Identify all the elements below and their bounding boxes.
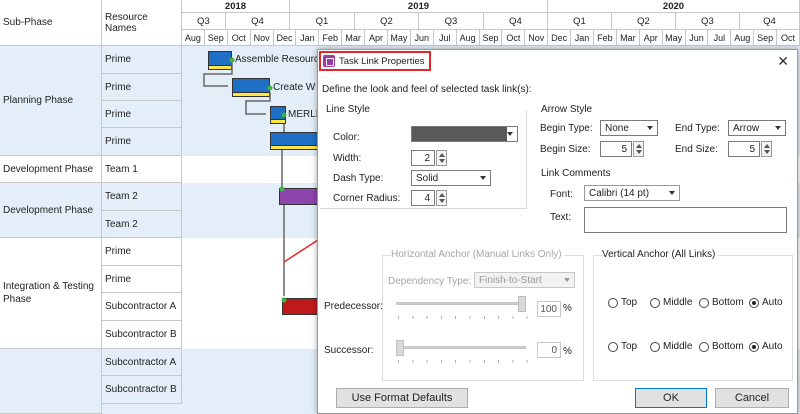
dash-label: Dash Type: [333, 173, 384, 184]
width-field[interactable]: 2 [411, 150, 435, 166]
chevron-down-icon [775, 126, 781, 130]
corner-radius-stepper[interactable] [436, 190, 447, 206]
end-type-select[interactable]: Arrow [728, 120, 786, 136]
link-line [203, 60, 233, 87]
anchor-option-label: Top [621, 297, 638, 308]
chevron-down-icon [564, 278, 570, 282]
dependency-type-value: Finish-to-Start [479, 274, 542, 286]
dialog-titlebar[interactable]: Task Link Properties ✕ [318, 50, 797, 72]
predecessor-anchor-bottom-radio[interactable] [699, 298, 709, 308]
dialog-description: Define the look and feel of selected tas… [322, 84, 532, 95]
successor-label: Successor: [324, 345, 374, 356]
begin-size-label: Begin Size: [540, 144, 591, 155]
font-value: Calibri (14 pt) [589, 187, 650, 199]
successor-slider-thumb[interactable] [396, 340, 404, 356]
chevron-down-icon [507, 132, 513, 136]
anchor-option-label: Bottom [712, 341, 744, 352]
link-line [245, 92, 271, 115]
use-format-defaults-button[interactable]: Use Format Defaults [336, 388, 468, 408]
line-style-title: Line Style [326, 104, 372, 115]
successor-anchor-bottom-radio[interactable] [699, 342, 709, 352]
end-type-value: Arrow [733, 122, 760, 134]
predecessor-value-field[interactable]: 100 [537, 301, 561, 317]
predecessor-slider-thumb[interactable] [518, 296, 526, 312]
ok-button[interactable]: OK [635, 388, 707, 408]
dependency-type-label: Dependency Type: [388, 276, 472, 287]
font-label: Font: [550, 189, 573, 200]
successor-slider-track[interactable] [396, 346, 526, 349]
successor-value-field[interactable]: 0 [537, 342, 561, 358]
begin-size-field[interactable]: 5 [600, 141, 632, 157]
dependency-type-select[interactable]: Finish-to-Start [474, 272, 575, 288]
font-select[interactable]: Calibri (14 pt) [584, 185, 680, 201]
link-node [229, 57, 235, 63]
successor-anchor-top-radio[interactable] [608, 342, 618, 352]
successor-anchor-middle-radio[interactable] [650, 342, 660, 352]
vertical-anchor-group: Vertical Anchor (All Links) [593, 249, 793, 381]
predecessor-anchor-middle-radio[interactable] [650, 298, 660, 308]
radius-label: Corner Radius: [333, 193, 401, 204]
text-label: Text: [550, 212, 572, 223]
end-type-label: End Type: [675, 123, 720, 134]
anchor-option-label: Auto [762, 297, 783, 308]
dialog-title-highlight: Task Link Properties [319, 51, 431, 71]
color-swatch [412, 127, 507, 141]
vertical-anchor-title: Vertical Anchor (All Links) [602, 249, 718, 260]
link-node [279, 186, 285, 192]
link-comments-title: Link Comments [541, 168, 613, 179]
predecessor-slider-ticks [398, 316, 528, 319]
corner-radius-field[interactable]: 4 [411, 190, 435, 206]
end-size-stepper[interactable] [761, 141, 772, 157]
anchor-option-label: Middle [663, 297, 693, 308]
anchor-option-label: Auto [762, 341, 783, 352]
predecessor-slider-track[interactable] [396, 302, 526, 305]
link-node [281, 297, 287, 303]
chevron-down-icon [647, 126, 653, 130]
anchor-option-label: Bottom [712, 297, 744, 308]
begin-size-stepper[interactable] [633, 141, 644, 157]
color-label: Color: [333, 132, 360, 143]
predecessor-anchor-auto-radio[interactable] [749, 298, 759, 308]
begin-type-select[interactable]: None [600, 120, 658, 136]
chevron-down-icon [669, 191, 675, 195]
end-size-label: End Size: [675, 144, 718, 155]
dash-type-value: Solid [416, 172, 439, 184]
horizontal-anchor-title: Horizontal Anchor (Manual Links Only) [391, 249, 564, 260]
percent-label: % [563, 303, 572, 314]
begin-type-value: None [605, 122, 629, 134]
color-picker[interactable] [411, 126, 518, 142]
chevron-down-icon [480, 176, 486, 180]
anchor-option-label: Top [621, 341, 638, 352]
percent-label: % [563, 346, 572, 357]
link-node [281, 112, 287, 118]
successor-anchor-auto-radio[interactable] [749, 342, 759, 352]
begin-type-label: Begin Type: [540, 123, 593, 134]
arrow-style-title: Arrow Style [541, 104, 595, 115]
successor-slider-ticks [398, 360, 528, 363]
close-icon[interactable]: ✕ [777, 53, 789, 70]
end-size-field[interactable]: 5 [728, 141, 760, 157]
dash-type-select[interactable]: Solid [411, 170, 491, 186]
link-node [267, 85, 273, 91]
comment-text-field[interactable] [584, 207, 787, 233]
width-stepper[interactable] [436, 150, 447, 166]
cancel-button[interactable]: Cancel [715, 388, 789, 408]
anchor-option-label: Middle [663, 341, 693, 352]
predecessor-label: Predecessor: [324, 301, 383, 312]
width-label: Width: [333, 153, 362, 164]
predecessor-anchor-top-radio[interactable] [608, 298, 618, 308]
task-link-properties-dialog: Task Link Properties ✕ Define the look a… [317, 49, 798, 414]
dialog-title: Task Link Properties [339, 55, 425, 67]
app-icon [323, 55, 335, 67]
